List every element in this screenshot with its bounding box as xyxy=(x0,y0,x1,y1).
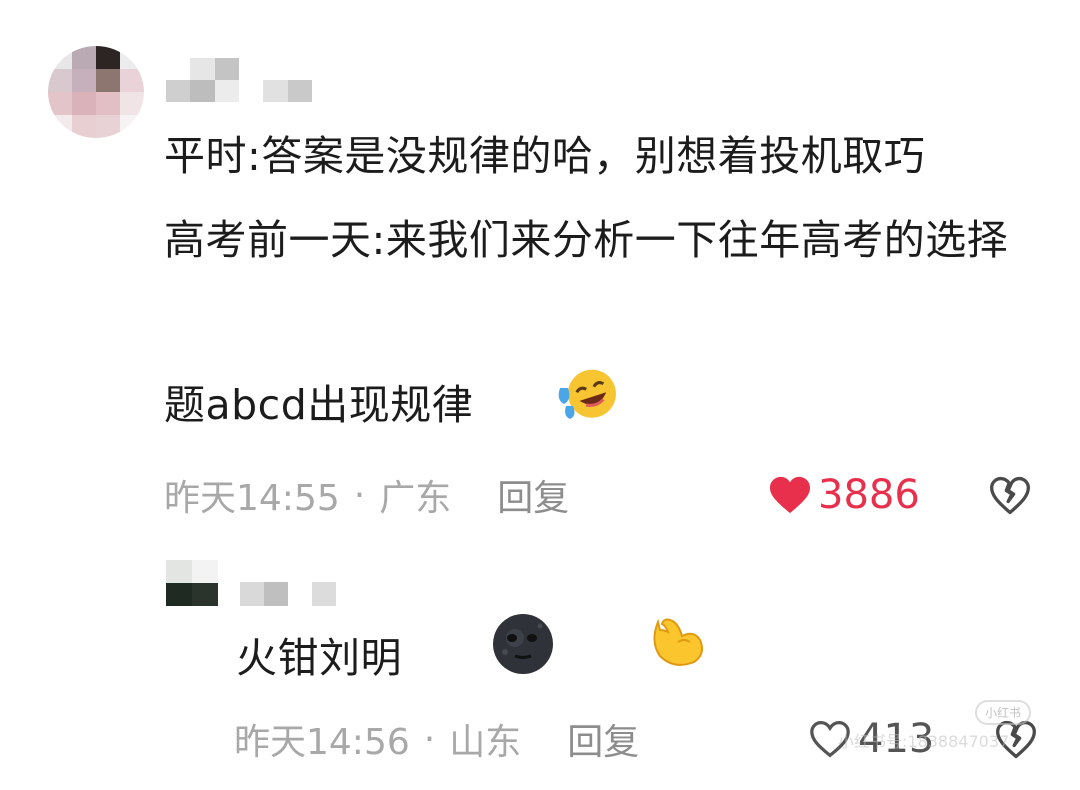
location: 广东 xyxy=(379,478,452,519)
timestamp: 昨天14:55 xyxy=(164,478,340,519)
avatar[interactable] xyxy=(48,46,144,138)
separator: · xyxy=(423,718,436,760)
like-button[interactable]: 3886 xyxy=(768,470,920,520)
comment-thread: 平时:答案是没规律的哈，别想着投机取巧 高考前一天:来我们来分析一下往年高考的选… xyxy=(0,0,1080,790)
separator: · xyxy=(353,474,366,516)
broken-heart-icon[interactable] xyxy=(988,474,1032,518)
reply-text: 火钳刘明 xyxy=(236,614,736,700)
heart-filled-icon xyxy=(770,476,810,514)
avatar[interactable] xyxy=(166,560,218,606)
reply-button[interactable]: 回复 xyxy=(497,469,569,521)
comment-meta: 昨天14:55 · 广东 回复 xyxy=(164,470,569,520)
location: 山东 xyxy=(449,722,522,763)
reply-meta: 昨天14:56 · 山东 回复 xyxy=(234,714,639,764)
username[interactable] xyxy=(240,582,336,606)
timestamp: 昨天14:56 xyxy=(234,722,410,763)
watermark-logo: 小红书 xyxy=(975,700,1032,725)
username[interactable] xyxy=(166,58,312,102)
watermark: 小红书号:1838847037 xyxy=(838,732,1010,751)
like-count: 3886 xyxy=(818,472,920,518)
reply-button[interactable]: 回复 xyxy=(567,713,639,765)
